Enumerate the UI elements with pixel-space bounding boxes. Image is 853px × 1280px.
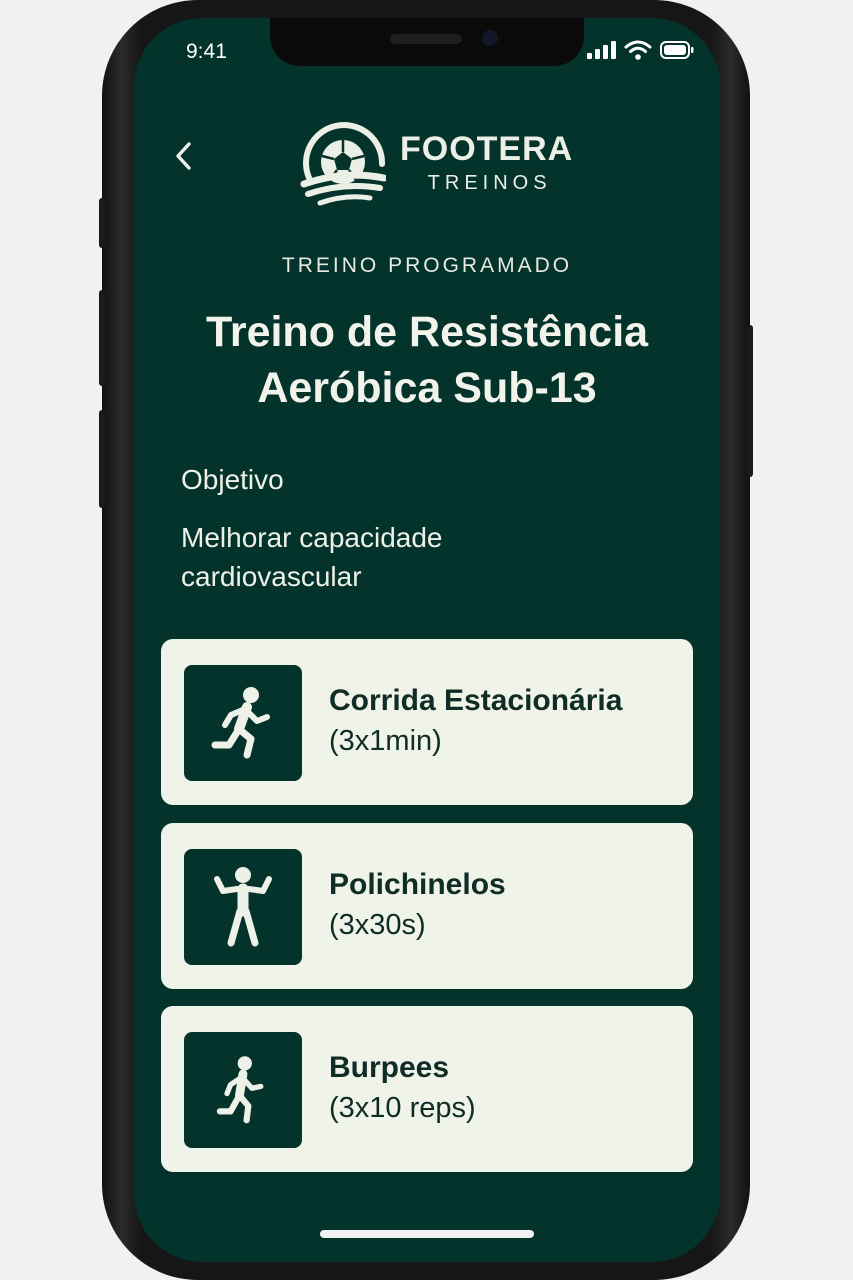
title-line-2: Aeróbica Sub-13 <box>257 364 597 412</box>
exercise-icon-tile <box>184 1032 302 1148</box>
cellular-signal-icon <box>587 41 616 59</box>
exercise-detail: (3x10 reps) <box>329 1092 476 1124</box>
notch <box>270 18 584 66</box>
exercise-card[interactable]: Burpees (3x10 reps) <box>161 1006 693 1172</box>
back-button[interactable] <box>164 136 204 176</box>
chevron-left-icon <box>176 142 191 170</box>
app-screen: 9:41 FOOTERA TREINOS TREINO PROGRAMADO T… <box>134 18 720 1262</box>
power-button <box>747 325 753 477</box>
objective-text: Melhorar capacidade cardiovascular <box>181 522 443 592</box>
exercise-detail: (3x1min) <box>329 725 442 757</box>
volume-down-button <box>99 410 105 508</box>
wifi-icon <box>624 40 652 60</box>
brand-name: FOOTERA <box>400 129 574 168</box>
brand-subtitle: TREINOS <box>427 171 552 194</box>
mute-switch <box>99 198 105 248</box>
exercise-name: Burpees <box>329 1051 450 1084</box>
battery-icon <box>660 41 694 59</box>
running-person-icon <box>216 1056 264 1124</box>
page-title: Treino de Resistência Aeróbica Sub-13 <box>134 304 720 416</box>
title-line-1: Treino de Resistência <box>205 308 649 356</box>
exercise-card[interactable]: Polichinelos (3x30s) <box>161 823 693 989</box>
volume-up-button <box>99 290 105 386</box>
exercise-name: Corrida Estacionária <box>329 684 623 717</box>
objective-label: Objetivo <box>181 464 284 495</box>
exercise-icon-tile <box>184 665 302 781</box>
home-indicator[interactable] <box>320 1230 534 1238</box>
exercise-card[interactable]: Corrida Estacionária (3x1min) <box>161 639 693 805</box>
exercise-detail: (3x30s) <box>329 909 426 941</box>
soccer-ball-icon <box>300 122 386 206</box>
brand-logo: FOOTERA TREINOS <box>298 118 573 208</box>
running-person-icon <box>211 687 270 759</box>
status-time: 9:41 <box>186 40 227 63</box>
section-eyebrow: TREINO PROGRAMADO <box>281 254 573 277</box>
exercise-icon-tile <box>184 849 302 965</box>
exercise-name: Polichinelos <box>329 868 506 901</box>
status-icons <box>586 40 694 60</box>
jumping-jack-icon <box>214 867 272 947</box>
